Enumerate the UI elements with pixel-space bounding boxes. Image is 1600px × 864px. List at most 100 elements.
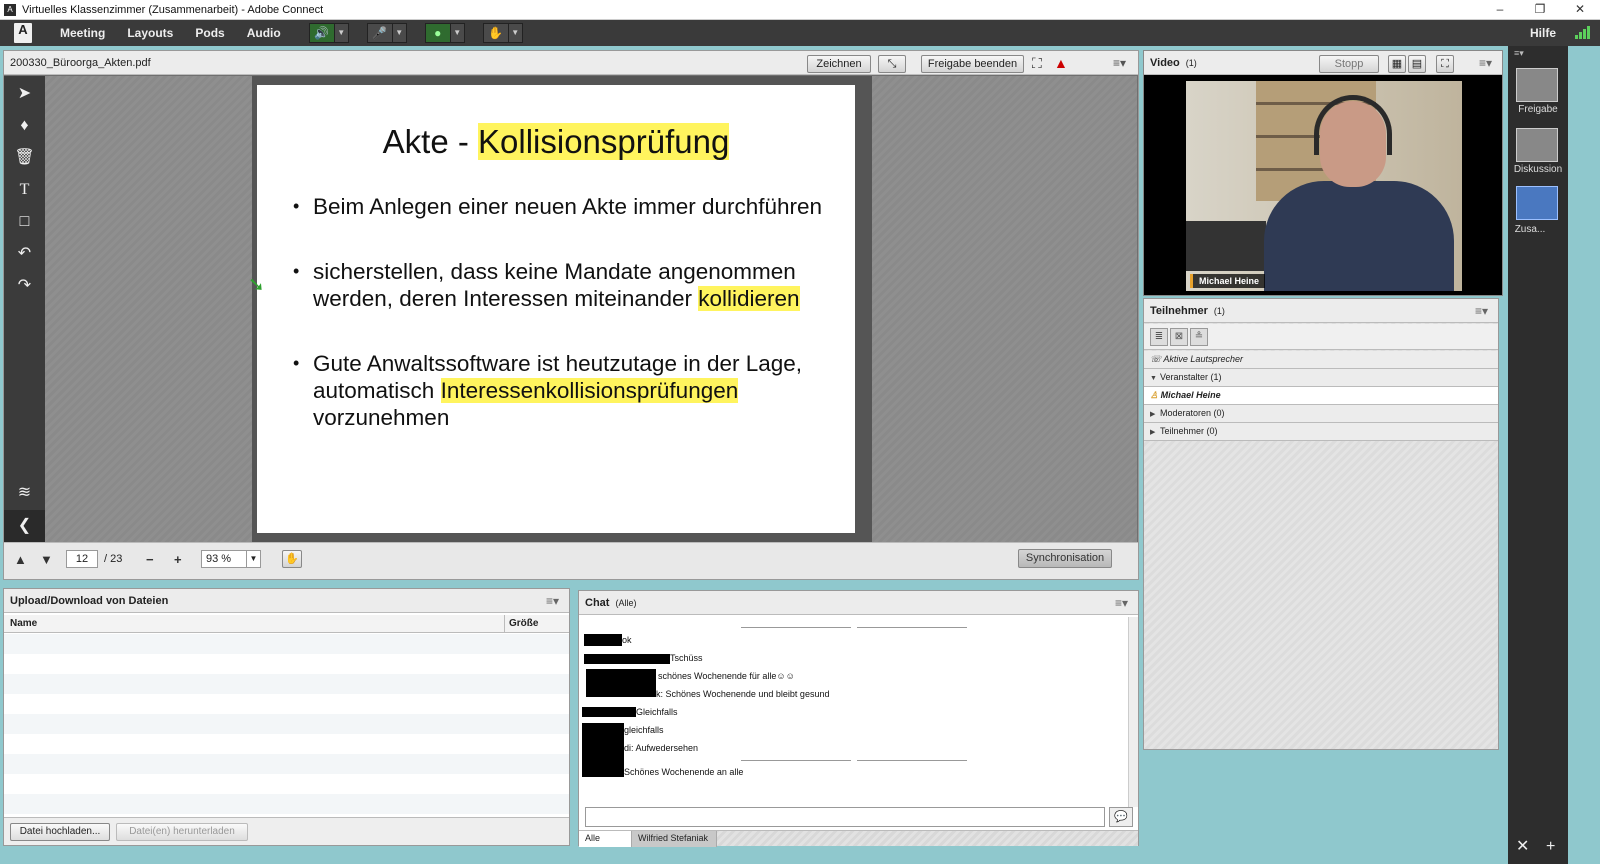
hosts-group[interactable]: ▼ Veranstalter (1) (1144, 369, 1498, 387)
redacted-name (582, 753, 624, 777)
chat-message: k: Schönes Wochenende und bleibt gesund (656, 689, 830, 699)
slide-bullet-2-text: sicherstellen, dass keine Mandate angeno… (313, 259, 800, 311)
download-files-button[interactable]: Datei(en) herunterladen (116, 823, 248, 841)
raise-hand-button[interactable]: ✋ (482, 23, 509, 43)
attendee-row[interactable]: ♙ Michael Heine (1144, 387, 1498, 405)
speaker-toggle-button[interactable]: 🔊 (308, 23, 335, 43)
send-message-icon[interactable]: 💬 (1109, 807, 1133, 827)
window-titlebar: A Virtuelles Klassenzimmer (Zusammenarbe… (0, 0, 1600, 20)
menu-audio[interactable]: Audio (247, 26, 281, 40)
redo-icon[interactable]: ↷ (4, 270, 45, 302)
select-tool-icon[interactable]: ➤ (4, 78, 45, 110)
layout-thumb-freigabe[interactable] (1516, 68, 1558, 102)
chat-tab-all[interactable]: Alle (579, 831, 631, 847)
file-pod-title: Upload/Download von Dateien (10, 595, 169, 607)
emoji-icon: ☺☺ (776, 671, 795, 681)
layout-thumb-diskussion[interactable] (1516, 128, 1558, 162)
rail-gap (1568, 46, 1600, 864)
stop-share-button[interactable]: Freigabe beenden (921, 55, 1024, 73)
marker-tool-icon[interactable]: ♦ (4, 110, 45, 142)
camera-dropdown-icon[interactable]: ▼ (450, 23, 465, 43)
expanded-triangle-icon: ▼ (1150, 375, 1157, 382)
breakout-view-icon[interactable]: ⊠ (1170, 328, 1188, 346)
restore-button[interactable]: ❐ (1520, 0, 1560, 20)
share-pod-header: 200330_Büroorga_Akten.pdf Zeichnen ⤡ Fre… (4, 51, 1138, 75)
file-pod-menu-icon[interactable]: ≡▾ (546, 594, 559, 608)
presenters-group[interactable]: ▶ Moderatoren (0) (1144, 405, 1498, 423)
attendees-pod-menu-icon[interactable]: ≡▾ (1475, 304, 1488, 318)
hand-tool-icon[interactable]: ✋ (282, 550, 302, 568)
rail-menu-icon[interactable]: ≡▾ (1514, 48, 1524, 59)
adobe-logo-letter: A (14, 23, 32, 43)
camera-toggle-button[interactable]: ● (424, 23, 451, 43)
chat-message: ok (622, 635, 632, 645)
slide-title-plain: Akte - (382, 123, 479, 160)
grid-view-icon[interactable]: ▦ (1388, 55, 1406, 73)
redacted-name (584, 634, 622, 646)
webcam-video-feed[interactable]: Michael Heine (1186, 81, 1462, 291)
speaker-dropdown-icon[interactable]: ▼ (334, 23, 349, 43)
status-view-icon[interactable]: ≗ (1190, 328, 1208, 346)
zoom-dropdown-icon[interactable]: ▼ (246, 551, 260, 567)
column-size[interactable]: Größe (509, 615, 538, 632)
menu-layouts[interactable]: Layouts (127, 26, 173, 40)
filmstrip-view-icon[interactable]: ▤ (1408, 55, 1426, 73)
draw-button[interactable]: Zeichnen (807, 55, 871, 73)
chat-pod: Chat (Alle) ≡▾ ok Tschüss schönes Wochene… (578, 590, 1139, 847)
participants-group[interactable]: ▶ Teilnehmer (0) (1144, 423, 1498, 441)
video-count: (1) (1185, 58, 1197, 68)
chat-message: gleichfalls (624, 725, 664, 735)
undo-icon[interactable]: ↶ (4, 238, 45, 270)
video-pod-menu-icon[interactable]: ≡▾ (1479, 56, 1492, 70)
layers-icon[interactable]: ≋ (4, 477, 45, 509)
warning-icon[interactable]: ▲ (1054, 55, 1068, 71)
add-layout-icon[interactable]: + (1546, 838, 1555, 856)
next-page-icon[interactable]: ▼ (40, 552, 53, 567)
fullscreen-icon[interactable]: ⛶ (1032, 55, 1042, 72)
text-tool-icon[interactable]: T (4, 174, 45, 206)
shape-tool-icon[interactable]: □ (4, 206, 45, 238)
share-pod: 200330_Büroorga_Akten.pdf Zeichnen ⤡ Fre… (3, 50, 1139, 580)
share-pod-menu-icon[interactable]: ≡▾ (1113, 56, 1126, 70)
microphone-toggle-button[interactable]: 🎤 (366, 23, 393, 43)
chat-pod-menu-icon[interactable]: ≡▾ (1115, 596, 1128, 610)
slide: Akte - Kollisionsprüfung • Beim Anlegen … (257, 85, 855, 533)
menu-meeting[interactable]: Meeting (60, 26, 105, 40)
layout-label-zusammenarbeit: Zusa... (1514, 224, 1546, 235)
video-pod-title: Video (1) (1150, 57, 1197, 69)
minimize-button[interactable]: – (1480, 0, 1520, 20)
pointer-toggle-button[interactable]: ⤡ (878, 55, 906, 73)
layout-tools-icon[interactable]: ✕ (1516, 836, 1529, 856)
zoom-select[interactable]: 93 % ▼ (201, 550, 261, 568)
status-dropdown-icon[interactable]: ▼ (508, 23, 523, 43)
video-stop-button[interactable]: Stopp (1319, 55, 1379, 73)
video-name-tag: Michael Heine (1190, 274, 1266, 288)
chat-message: schönes Wochenende für alle☺☺ (658, 671, 795, 681)
chat-scrollbar[interactable] (1128, 617, 1138, 807)
delete-tool-icon[interactable]: 🗑 (4, 142, 45, 174)
redacted-name (584, 654, 670, 664)
collapse-toolbar-icon[interactable]: ❮ (4, 510, 45, 542)
chat-scope: (Alle) (615, 598, 637, 608)
zoom-out-icon[interactable]: − (146, 552, 154, 567)
column-name[interactable]: Name (10, 615, 37, 632)
menu-pods[interactable]: Pods (195, 26, 224, 40)
chat-tab-private[interactable]: Wilfried Stefaniak (631, 831, 717, 847)
previous-page-icon[interactable]: ▲ (14, 552, 27, 567)
sync-button[interactable]: Synchronisation (1018, 549, 1112, 568)
upload-file-button[interactable]: Datei hochladen... (10, 823, 110, 841)
page-number-input[interactable]: 12 (66, 550, 98, 568)
adobe-connect-app-icon: A (4, 3, 16, 16)
microphone-dropdown-icon[interactable]: ▼ (392, 23, 407, 43)
list-view-icon[interactable]: ≣ (1150, 328, 1168, 346)
close-button[interactable]: ✕ (1560, 0, 1600, 20)
file-share-pod: Upload/Download von Dateien ≡▾ Name Größ… (3, 588, 570, 846)
layout-thumb-zusammenarbeit[interactable] (1516, 186, 1558, 220)
document-viewer: Akte - Kollisionsprüfung • Beim Anlegen … (45, 76, 1137, 542)
zoom-in-icon[interactable]: + (174, 552, 182, 567)
file-list[interactable] (4, 634, 569, 814)
chat-input[interactable] (585, 807, 1105, 827)
help-menu[interactable]: Hilfe (1530, 26, 1556, 40)
fullscreen-video-icon[interactable]: ⛶ (1436, 55, 1454, 73)
attendees-pod-title: Teilnehmer (1) (1150, 305, 1225, 317)
